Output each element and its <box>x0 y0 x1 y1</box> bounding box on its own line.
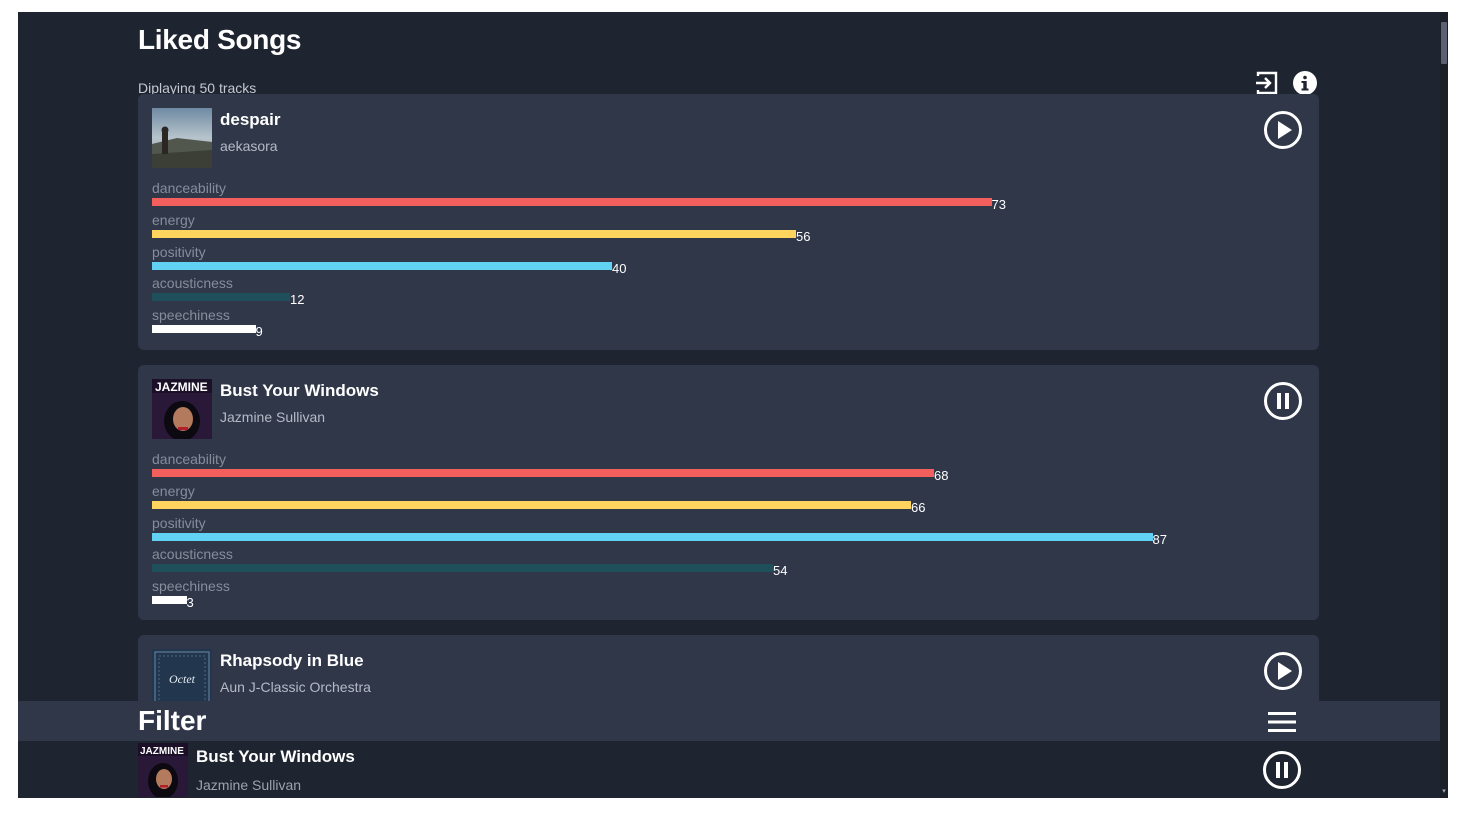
track-name[interactable]: despair <box>220 110 280 130</box>
album-cover: JAZMINE <box>152 379 212 439</box>
logout-icon[interactable] <box>1255 70 1281 96</box>
now-playing-cover: JAZMINE <box>138 743 188 797</box>
cover-text: JAZMINE <box>155 380 208 394</box>
speechiness-label: speechiness <box>152 307 230 324</box>
danceability-label: danceability <box>152 451 226 467</box>
energy-bar <box>152 229 796 238</box>
pause-icon[interactable] <box>1262 750 1302 790</box>
acousticness-value: 54 <box>773 563 788 579</box>
speechiness-value: 3 <box>186 595 194 611</box>
positivity-bar <box>152 261 612 270</box>
track-artist[interactable]: Jazmine Sullivan <box>220 409 325 425</box>
now-playing-bar: JAZMINE Bust Your Windows Jazmine Sulliv… <box>18 741 1440 798</box>
danceability-value: 68 <box>934 468 949 483</box>
energy-value: 66 <box>911 499 926 515</box>
acousticness-label: acousticness <box>152 275 233 292</box>
energy-label: energy <box>152 211 195 228</box>
now-playing-name[interactable]: Bust Your Windows <box>196 747 355 767</box>
speechiness-bar <box>152 325 256 334</box>
pause-icon[interactable] <box>1263 381 1303 421</box>
speechiness-bar <box>152 596 187 605</box>
now-playing-artist[interactable]: Jazmine Sullivan <box>196 777 301 793</box>
danceability-value: 73 <box>991 197 1006 212</box>
acousticness-value: 12 <box>290 292 305 308</box>
danceability-bar <box>152 198 992 206</box>
page-title: Liked Songs <box>138 24 302 55</box>
scroll-thumb[interactable] <box>1441 22 1447 64</box>
filter-title[interactable]: Filter <box>138 705 206 737</box>
info-icon[interactable] <box>1292 70 1318 96</box>
speechiness-label: speechiness <box>152 578 230 595</box>
positivity-label: positivity <box>152 243 206 260</box>
cover-text: JAZMINE <box>140 746 184 757</box>
scroll-down-arrow[interactable]: ▾ <box>1440 788 1448 796</box>
energy-value: 56 <box>796 228 811 244</box>
track-artist[interactable]: aekasora <box>220 138 278 154</box>
energy-label: energy <box>152 482 195 499</box>
track-card: JAZMINE Bust Your Windows Jazmine Sulliv… <box>138 365 1319 620</box>
scrollbar[interactable]: ▾ <box>1440 12 1448 798</box>
cover-text: Octet <box>169 672 196 686</box>
danceability-label: danceability <box>152 180 226 196</box>
positivity-label: positivity <box>152 514 206 531</box>
filter-bar: Filter <box>18 701 1440 741</box>
acousticness-bar <box>152 564 773 573</box>
page-header: Liked Songs Diplaying 50 tracks <box>138 24 1319 96</box>
menu-icon[interactable] <box>1266 709 1298 735</box>
play-icon[interactable] <box>1263 110 1303 150</box>
positivity-value: 87 <box>1152 531 1167 547</box>
track-card: despair aekasora danceability 73 energy 56 p… <box>138 94 1319 350</box>
danceability-bar <box>152 469 934 477</box>
positivity-value: 40 <box>612 260 627 276</box>
acousticness-label: acousticness <box>152 546 233 563</box>
positivity-bar <box>152 532 1153 541</box>
track-name[interactable]: Rhapsody in Blue <box>220 651 364 671</box>
track-name[interactable]: Bust Your Windows <box>220 381 379 401</box>
app-window: Liked Songs Diplaying 50 tracks despair … <box>18 12 1448 798</box>
acousticness-bar <box>152 293 290 302</box>
energy-bar <box>152 500 911 509</box>
track-artist[interactable]: Aun J-Classic Orchestra <box>220 679 371 695</box>
album-cover: Octet <box>152 649 212 709</box>
play-icon[interactable] <box>1263 651 1303 691</box>
album-cover <box>152 108 212 168</box>
speechiness-value: 9 <box>255 324 263 340</box>
